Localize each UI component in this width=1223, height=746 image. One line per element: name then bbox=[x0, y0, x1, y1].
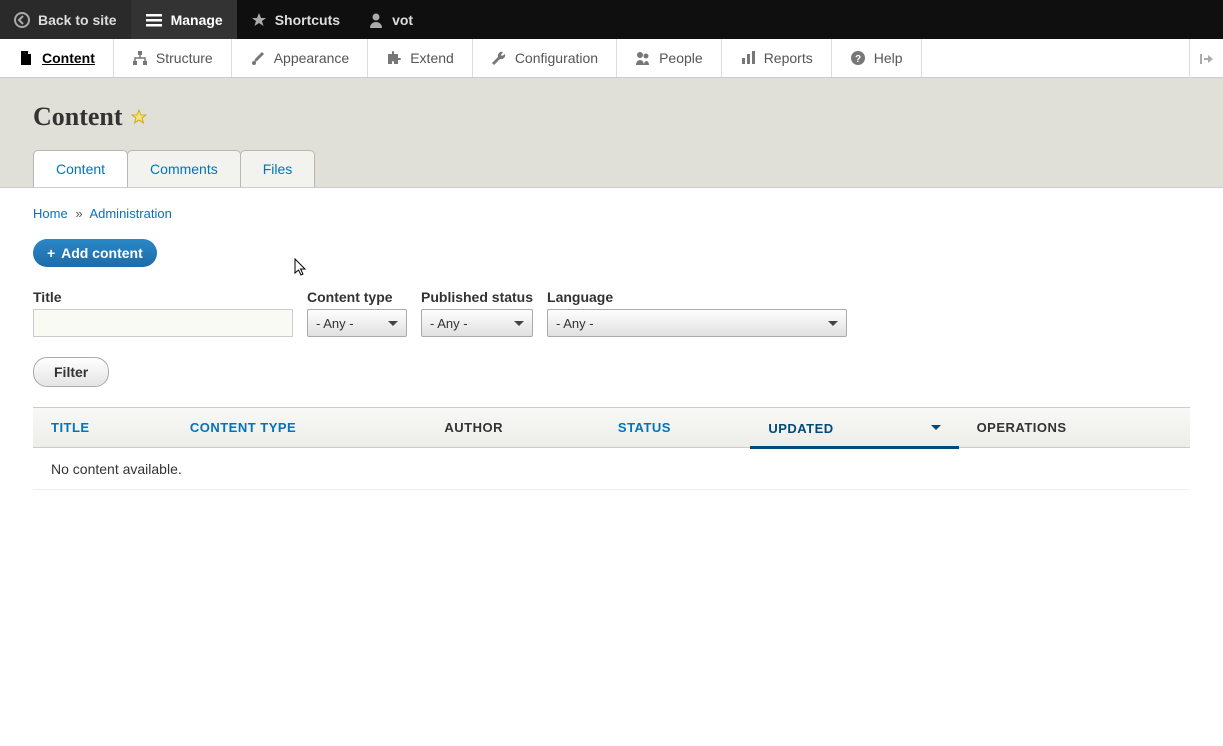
main-content: Home » Administration + Add content Titl… bbox=[0, 188, 1223, 508]
th-status[interactable]: STATUS bbox=[600, 408, 750, 448]
content-table: TITLE CONTENT TYPE AUTHOR STATUS UPDATED… bbox=[33, 407, 1190, 490]
menu-content[interactable]: Content bbox=[0, 39, 114, 77]
page-title: Content bbox=[33, 102, 123, 132]
breadcrumb-home[interactable]: Home bbox=[33, 206, 68, 221]
svg-text:?: ? bbox=[855, 54, 861, 65]
manage-label: Manage bbox=[171, 12, 223, 28]
th-operations: OPERATIONS bbox=[959, 408, 1190, 448]
puzzle-icon bbox=[386, 50, 402, 66]
tab-content[interactable]: Content bbox=[33, 150, 128, 187]
menu-configuration[interactable]: Configuration bbox=[473, 39, 617, 77]
bar-chart-icon bbox=[740, 50, 756, 66]
tab-comments[interactable]: Comments bbox=[127, 150, 241, 187]
menu-extend[interactable]: Extend bbox=[368, 39, 473, 77]
th-content-type[interactable]: CONTENT TYPE bbox=[172, 408, 427, 448]
menu-reports[interactable]: Reports bbox=[722, 39, 832, 77]
menu-people[interactable]: People bbox=[617, 39, 722, 77]
manage-toggle[interactable]: Manage bbox=[131, 0, 237, 39]
user-label: vot bbox=[392, 12, 413, 28]
breadcrumb: Home » Administration bbox=[33, 206, 1190, 221]
empty-message: No content available. bbox=[33, 448, 1190, 490]
user-menu[interactable]: vot bbox=[354, 0, 427, 39]
tab-files[interactable]: Files bbox=[240, 150, 316, 187]
page-icon bbox=[18, 50, 34, 66]
user-icon bbox=[368, 12, 384, 28]
filter-language-label: Language bbox=[547, 289, 847, 305]
filter-type-select[interactable]: - Any - bbox=[307, 309, 407, 337]
breadcrumb-administration[interactable]: Administration bbox=[89, 206, 171, 221]
table-empty-row: No content available. bbox=[33, 448, 1190, 490]
menu-help[interactable]: ? Help bbox=[832, 39, 922, 77]
shortcuts-label: Shortcuts bbox=[275, 12, 340, 28]
star-icon bbox=[251, 12, 267, 28]
wrench-icon bbox=[491, 50, 507, 66]
filters: Title Content type - Any - Published sta… bbox=[33, 289, 1190, 337]
arrow-left-icon bbox=[14, 12, 30, 28]
orientation-toggle[interactable] bbox=[1189, 39, 1223, 78]
collapse-icon bbox=[1199, 51, 1215, 67]
filter-title-input[interactable] bbox=[33, 309, 293, 337]
plus-icon: + bbox=[47, 245, 55, 261]
th-updated[interactable]: UPDATED bbox=[750, 408, 958, 448]
admin-toolbar: Back to site Manage Shortcuts vot bbox=[0, 0, 1223, 39]
filter-title-label: Title bbox=[33, 289, 293, 305]
hamburger-icon bbox=[145, 11, 163, 29]
filter-status-label: Published status bbox=[421, 289, 533, 305]
filter-status-select[interactable]: - Any - bbox=[421, 309, 533, 337]
primary-tabs: Content Comments Files bbox=[33, 150, 1190, 187]
hierarchy-icon bbox=[132, 50, 148, 66]
page-header: Content Content Comments Files bbox=[0, 78, 1223, 188]
paintbrush-icon bbox=[250, 50, 266, 66]
menu-structure[interactable]: Structure bbox=[114, 39, 232, 77]
admin-menu: Content Structure Appearance Extend Conf… bbox=[0, 39, 1223, 78]
back-to-site-label: Back to site bbox=[38, 12, 117, 28]
people-icon bbox=[635, 50, 651, 66]
menu-appearance[interactable]: Appearance bbox=[232, 39, 369, 77]
filter-button[interactable]: Filter bbox=[33, 357, 109, 387]
shortcuts-link[interactable]: Shortcuts bbox=[237, 0, 354, 39]
th-title[interactable]: TITLE bbox=[33, 408, 172, 448]
breadcrumb-separator: » bbox=[75, 206, 82, 221]
add-content-button[interactable]: + Add content bbox=[33, 239, 157, 267]
filter-language-select[interactable]: - Any - bbox=[547, 309, 847, 337]
back-to-site-link[interactable]: Back to site bbox=[0, 0, 131, 39]
th-author: AUTHOR bbox=[426, 408, 600, 448]
help-icon: ? bbox=[850, 50, 866, 66]
filter-type-label: Content type bbox=[307, 289, 407, 305]
shortcut-star-icon[interactable] bbox=[131, 109, 147, 125]
